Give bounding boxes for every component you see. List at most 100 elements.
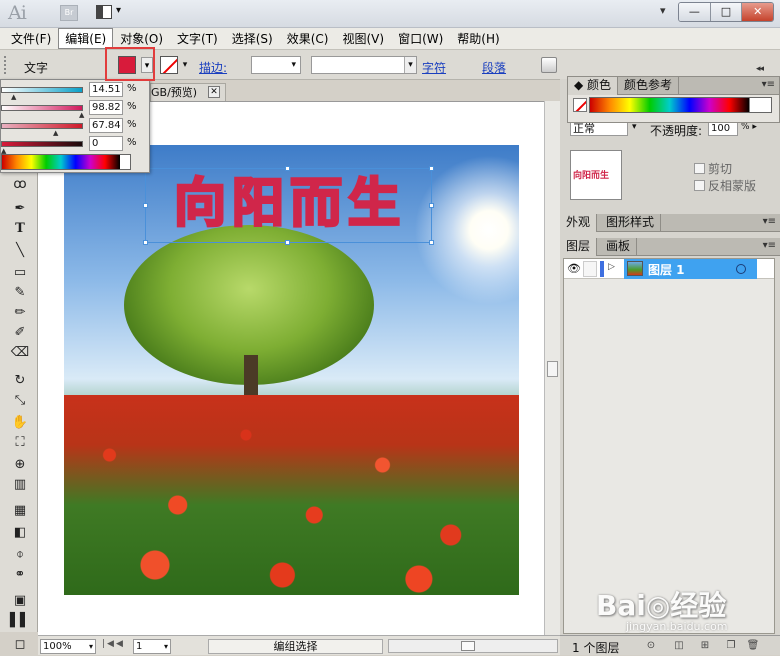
close-icon[interactable]: ✕	[208, 86, 220, 98]
menu-object[interactable]: 对象(O)	[113, 28, 170, 49]
layer-name[interactable]: 图层 1	[648, 261, 685, 278]
tab-artboards[interactable]: 画板	[600, 238, 638, 256]
cyan-value-field[interactable]: 14.51	[89, 82, 123, 97]
color-spectrum-bar[interactable]	[1, 154, 131, 170]
scrollbar-thumb[interactable]	[547, 361, 558, 377]
opacity-unit[interactable]: % ▸	[741, 122, 757, 132]
blob-brush-tool-icon[interactable]: ✐	[10, 324, 30, 342]
zoom-level-field[interactable]: 100% ▾	[40, 639, 96, 654]
minimize-button[interactable]: —	[679, 3, 711, 21]
stroke-label-link[interactable]: 描边:	[199, 59, 227, 76]
tab-layers[interactable]: 图层	[560, 238, 598, 256]
blend-tool-icon[interactable]: ⚭	[10, 566, 30, 584]
mesh-tool-icon[interactable]: ▦	[10, 502, 30, 520]
line-tool-icon[interactable]: ╲	[10, 242, 30, 260]
lock-toggle[interactable]	[583, 261, 597, 277]
free-transform-tool-icon[interactable]: ⛶	[10, 434, 30, 452]
pencil-tool-icon[interactable]: ✏	[10, 304, 30, 322]
black-value-field[interactable]: 0	[89, 136, 123, 151]
rectangle-tool-icon[interactable]: ▭	[10, 264, 30, 282]
eyedropper-tool-icon[interactable]: ⌽	[10, 546, 30, 564]
close-button[interactable]: ✕	[742, 3, 773, 21]
invert-mask-checkbox[interactable]	[694, 180, 705, 191]
tab-color-guide[interactable]: 颜色参考	[618, 77, 680, 95]
tab-appearance[interactable]: 外观	[560, 214, 598, 232]
yellow-slider[interactable]	[1, 123, 83, 129]
clipping-mask-icon[interactable]: ◫	[672, 639, 686, 653]
new-layer-icon[interactable]: ❐	[724, 639, 738, 653]
symbol-sprayer-tool-icon[interactable]: ▣	[10, 592, 30, 610]
pen-tool-icon[interactable]: ✒	[10, 200, 30, 218]
panel-menu-icon[interactable]: ▾≡	[762, 79, 775, 90]
font-family-field[interactable]: ▾	[311, 56, 417, 74]
menu-view[interactable]: 视图(V)	[335, 28, 391, 49]
layer-row[interactable]: 👁 ▷ 图层 1	[564, 259, 774, 279]
gradient-tool-icon[interactable]: ◧	[10, 524, 30, 542]
scrollbar-thumb[interactable]	[461, 641, 475, 651]
color-spectrum-bar[interactable]	[589, 97, 772, 113]
menu-type[interactable]: 文字(T)	[170, 28, 225, 49]
selection-handle[interactable]	[143, 240, 148, 245]
status-tool-readout[interactable]: 编组选择	[208, 639, 383, 654]
artboard-tool-icon[interactable]: ◻	[10, 636, 30, 654]
clip-checkbox[interactable]	[694, 163, 705, 174]
character-panel-link[interactable]: 字符	[422, 59, 446, 76]
yellow-value-field[interactable]: 67.84	[89, 118, 123, 133]
magenta-slider[interactable]	[1, 105, 83, 111]
menu-edit[interactable]: 编辑(E)	[58, 28, 114, 49]
stroke-color-swatch[interactable]	[160, 56, 178, 74]
selection-handle[interactable]	[429, 240, 434, 245]
shape-builder-tool-icon[interactable]: ⊕	[10, 456, 30, 474]
horizontal-scrollbar[interactable]	[388, 639, 558, 653]
selection-handle[interactable]	[143, 203, 148, 208]
text-align-icon[interactable]	[541, 57, 557, 73]
menu-effect[interactable]: 效果(C)	[280, 28, 336, 49]
clip-checkbox-row[interactable]: 剪切	[694, 160, 732, 177]
trash-icon[interactable]: 🗑	[746, 639, 760, 653]
menu-window[interactable]: 窗口(W)	[391, 28, 450, 49]
transparency-thumbnail[interactable]: 向阳而生	[570, 150, 622, 200]
layer-target-icon[interactable]	[736, 264, 746, 274]
expand-triangle-icon[interactable]: ▷	[608, 262, 615, 272]
stroke-dropdown-button[interactable]: ▾	[180, 57, 190, 73]
graph-tool-icon[interactable]: ▥	[10, 476, 30, 494]
arrange-documents-button[interactable]: ▾	[96, 4, 126, 22]
bridge-button[interactable]: Br	[60, 5, 78, 21]
chevron-down-icon[interactable]: ▾	[632, 122, 637, 132]
tab-graphic-styles[interactable]: 图形样式	[600, 214, 662, 232]
scale-tool-icon[interactable]: ⤡	[10, 392, 30, 410]
warp-tool-icon[interactable]: ✋	[10, 414, 30, 432]
rotate-tool-icon[interactable]: ↻	[10, 372, 30, 390]
artboard-number-field[interactable]: 1 ▾	[133, 639, 171, 654]
selection-handle[interactable]	[429, 203, 434, 208]
panel-menu-icon[interactable]: ▾≡	[763, 216, 776, 227]
eye-icon[interactable]: 👁	[567, 262, 581, 276]
menu-help[interactable]: 帮助(H)	[450, 28, 506, 49]
none-color-swatch[interactable]	[573, 98, 587, 112]
new-sublayer-icon[interactable]: ⊞	[698, 639, 712, 653]
stroke-weight-field[interactable]: ▾	[251, 56, 301, 74]
vertical-scrollbar[interactable]	[544, 101, 560, 635]
maximize-button[interactable]: □	[710, 3, 743, 21]
selection-bounding-box[interactable]	[143, 166, 434, 245]
selection-handle[interactable]	[429, 166, 434, 171]
lasso-tool-icon[interactable]: ꝏ	[10, 176, 30, 194]
locate-object-icon[interactable]: ⊙	[644, 639, 658, 653]
paintbrush-tool-icon[interactable]: ✎	[10, 284, 30, 302]
selection-handle[interactable]	[285, 240, 290, 245]
selection-handle[interactable]	[285, 166, 290, 171]
magenta-value-field[interactable]: 98.82	[89, 100, 123, 115]
control-bar-grip[interactable]	[4, 56, 8, 74]
eraser-tool-icon[interactable]: ⌫	[10, 344, 30, 362]
collapse-dock-icon[interactable]: ◂◂	[756, 64, 764, 74]
tab-color[interactable]: ◆ 颜色	[568, 77, 619, 95]
workspace-menu-dropdown[interactable]: ▾	[660, 4, 666, 17]
menu-file[interactable]: 文件(F)	[4, 28, 58, 49]
opacity-value-field[interactable]: 100	[708, 122, 738, 136]
artboard-nav-arrows[interactable]: |◀◀	[102, 639, 125, 649]
column-graph-tool-icon[interactable]: ▌▌	[10, 612, 30, 630]
blend-mode-field[interactable]: 正常	[570, 122, 628, 136]
paragraph-panel-link[interactable]: 段落	[482, 59, 506, 76]
panel-menu-icon[interactable]: ▾≡	[763, 240, 776, 251]
type-tool-icon[interactable]: T	[10, 220, 30, 238]
